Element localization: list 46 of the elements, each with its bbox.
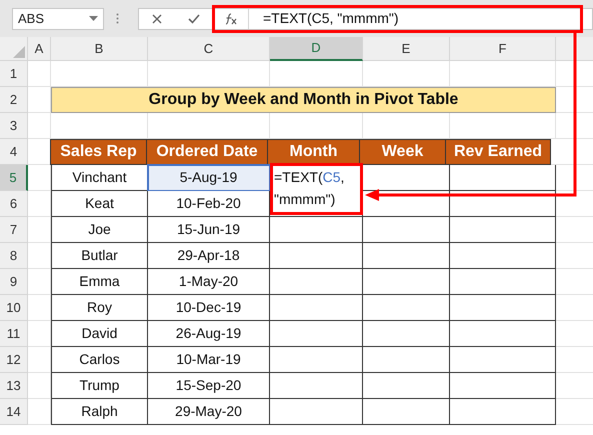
- table-cell: 29-May-20: [148, 399, 270, 425]
- row-header[interactable]: 6: [0, 191, 28, 217]
- row-header[interactable]: 4: [0, 139, 28, 165]
- table-cell: Joe: [51, 217, 148, 243]
- table-cell: Roy: [51, 295, 148, 321]
- table-header-cell: Ordered Date: [146, 139, 268, 165]
- table-cell: Ralph: [51, 399, 148, 425]
- row-header[interactable]: 2: [0, 87, 28, 113]
- column-header[interactable]: D: [270, 37, 363, 61]
- caret-icon: [89, 16, 98, 21]
- row-header[interactable]: 13: [0, 373, 28, 399]
- row-header[interactable]: 7: [0, 217, 28, 243]
- table-cell: 10-Feb-20: [148, 191, 270, 217]
- table-cell: 10-Mar-19: [148, 347, 270, 373]
- table-header-cell: Rev Earned: [445, 139, 551, 165]
- corner-triangle-icon: [13, 46, 25, 58]
- table-cell: Keat: [51, 191, 148, 217]
- grip-icon: [116, 13, 119, 24]
- table-cell: 15-Jun-19: [148, 217, 270, 243]
- row-header[interactable]: 8: [0, 243, 28, 269]
- row-header[interactable]: 3: [0, 113, 28, 139]
- table-header-cell: Month: [267, 139, 360, 165]
- name-box[interactable]: ABS: [12, 8, 104, 30]
- title-cell: Group by Week and Month in Pivot Table: [51, 87, 556, 113]
- row-header[interactable]: 9: [0, 269, 28, 295]
- table-cell: Trump: [51, 373, 148, 399]
- row-header[interactable]: 12: [0, 347, 28, 373]
- row-header[interactable]: 14: [0, 399, 28, 425]
- table-cell: 15-Sep-20: [148, 373, 270, 399]
- row-header[interactable]: 5: [0, 165, 28, 191]
- table-cell: 5-Aug-19: [148, 165, 270, 191]
- cell-editor[interactable]: =TEXT(C5, "mmmm"): [270, 163, 363, 215]
- table-header-cell: Sales Rep: [50, 139, 147, 165]
- row-header[interactable]: 1: [0, 61, 28, 87]
- row-header[interactable]: 10: [0, 295, 28, 321]
- table-cell: 1-May-20: [148, 269, 270, 295]
- table-cell: Emma: [51, 269, 148, 295]
- table-cell: 26-Aug-19: [148, 321, 270, 347]
- table-cell: Carlos: [51, 347, 148, 373]
- table-cell: David: [51, 321, 148, 347]
- table-cell: 29-Apr-18: [148, 243, 270, 269]
- table-cell: Vinchant: [51, 165, 148, 191]
- table-header-cell: Week: [359, 139, 446, 165]
- row-header[interactable]: 11: [0, 321, 28, 347]
- table-cell: 10-Dec-19: [148, 295, 270, 321]
- table-cell: Butlar: [51, 243, 148, 269]
